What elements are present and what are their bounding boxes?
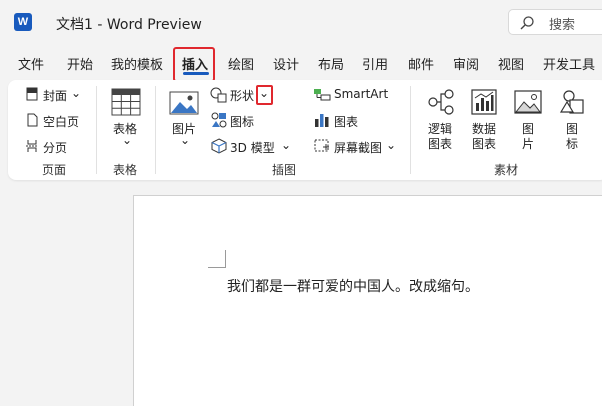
pages-group-label: 页面 (42, 163, 67, 177)
screenshot-button[interactable]: 屏幕截图 (334, 139, 382, 156)
3d-model-icon (211, 138, 227, 154)
smartart-button[interactable]: SmartArt (334, 87, 388, 101)
shapes-dropdown-highlight (256, 85, 273, 105)
blank-page-icon (27, 113, 38, 127)
pictures-icon[interactable] (169, 91, 199, 115)
tab-mailings[interactable]: 邮件 (408, 54, 434, 73)
logic-chart-label-2[interactable]: 图表 (428, 135, 452, 152)
smartart-icon (314, 89, 331, 101)
picture-material-label-2[interactable]: 片 (522, 135, 534, 152)
tab-my-templates[interactable]: 我的模板 (111, 54, 163, 73)
shapes-button[interactable]: 形状 (230, 87, 254, 104)
tab-layout[interactable]: 布局 (318, 54, 344, 73)
window-title: 文档1 - Word Preview (56, 17, 202, 33)
icon-material-icon[interactable] (558, 88, 586, 116)
title-bar: W 文档1 - Word Preview 搜索 (0, 0, 602, 46)
tab-developer[interactable]: 开发工具 (543, 54, 595, 73)
materials-group-label: 素材 (494, 163, 519, 177)
data-chart-icon[interactable] (470, 88, 498, 116)
insert-tab-highlight (173, 47, 215, 82)
tab-draw[interactable]: 绘图 (228, 54, 254, 73)
margin-corner-mark (208, 250, 226, 268)
logic-chart-icon[interactable] (427, 88, 455, 116)
document-page[interactable] (133, 195, 602, 406)
chart-icon (315, 114, 329, 127)
tab-review[interactable]: 审阅 (453, 54, 479, 73)
cover-page-button[interactable]: 封面 (43, 87, 67, 104)
group-separator (410, 86, 411, 174)
group-separator (96, 86, 97, 174)
search-label: 搜索 (549, 18, 576, 33)
chart-button[interactable]: 图表 (334, 113, 358, 130)
icons-insert-icon (211, 112, 227, 128)
table-icon[interactable] (111, 88, 141, 116)
tables-group-label: 表格 (113, 163, 138, 177)
page-break-button[interactable]: 分页 (43, 139, 67, 156)
tab-home[interactable]: 开始 (67, 54, 93, 73)
data-chart-label-2[interactable]: 图表 (472, 135, 496, 152)
page-break-icon (26, 140, 38, 152)
ribbon-tabs: 文件 开始 我的模板 插入 绘图 设计 布局 引用 邮件 审阅 视图 开发工具 (0, 50, 602, 76)
tab-file[interactable]: 文件 (18, 54, 44, 73)
cover-page-icon (26, 87, 38, 101)
icons-button[interactable]: 图标 (230, 113, 254, 130)
blank-page-button[interactable]: 空白页 (43, 113, 79, 130)
tab-view[interactable]: 视图 (498, 54, 524, 73)
table-dropdown-chevron-icon[interactable]: ⌄ (122, 133, 132, 147)
tab-design[interactable]: 设计 (273, 54, 299, 73)
group-separator (155, 86, 156, 174)
search-icon (520, 16, 534, 30)
tab-references[interactable]: 引用 (362, 54, 388, 73)
cover-dropdown-chevron-icon[interactable]: ⌄ (71, 86, 81, 100)
document-text[interactable]: 我们都是一群可爱的中国人。改成缩句。 (227, 276, 479, 296)
picture-material-icon[interactable] (514, 90, 542, 114)
screenshot-dropdown-chevron-icon[interactable]: ⌄ (386, 138, 396, 152)
screenshot-icon (314, 139, 329, 152)
search-box[interactable]: 搜索 (508, 9, 602, 35)
3d-models-button[interactable]: 3D 模型 (230, 139, 275, 156)
word-logo-icon: W (14, 13, 32, 31)
illustrations-group-label: 插图 (272, 163, 297, 177)
shapes-icon (210, 87, 227, 103)
icon-material-label-2[interactable]: 标 (566, 135, 578, 152)
3d-models-dropdown-chevron-icon[interactable]: ⌄ (281, 138, 291, 152)
pictures-dropdown-chevron-icon[interactable]: ⌄ (180, 133, 190, 147)
